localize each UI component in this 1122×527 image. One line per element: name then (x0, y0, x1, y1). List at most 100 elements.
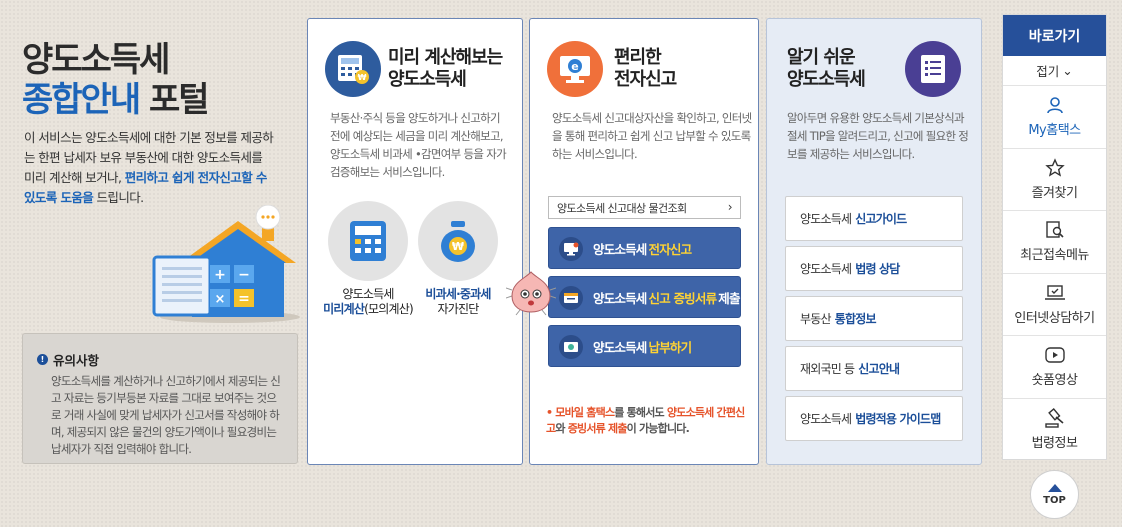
card-description: 부동산·주식 등을 양도하거나 신고하기 전에 예상되는 세금을 미리 계산해보… (330, 111, 507, 179)
card-title: 알기 쉬운 양도소득세 (787, 47, 866, 91)
arrow-up-icon (1047, 483, 1062, 492)
laptop-check-icon (1044, 285, 1065, 300)
intro-desc-end: 드립니다. (93, 190, 145, 205)
card-description: 양도소득세 신고대상자산을 확인하고, 인터넷을 통해 편리하고 쉽게 신고 납… (552, 111, 752, 161)
card-title-line2: 양도소득세 (787, 69, 866, 90)
card-title-line1: 미리 계산해보는 (388, 47, 503, 68)
quick-nav-my-hometax[interactable]: My홈택스 (1003, 86, 1106, 149)
payment-icon (559, 335, 583, 359)
calculator-icon (350, 221, 386, 261)
svg-text:=: = (238, 291, 250, 307)
law-application-guidemap-button[interactable]: 양도소득세 법령적용 가이드맵 (785, 396, 963, 441)
quick-nav-label: 즐겨찾기 (1031, 185, 1078, 201)
svg-text:×: × (215, 292, 226, 307)
top-label: TOP (1043, 494, 1066, 506)
document-search-icon (1045, 221, 1064, 238)
self-diagnosis-label: 비과세·중과세 자가진단 (412, 287, 504, 317)
card-calculate: ₩ 미리 계산해보는 양도소득세 부동산·주식 등을 양도하거나 신고하기 전에… (307, 18, 523, 465)
card-title: 미리 계산해보는 양도소득세 (388, 47, 503, 91)
quick-nav-title: 바로가기 (1003, 15, 1106, 56)
quick-nav-favorites[interactable]: 즐겨찾기 (1003, 149, 1106, 211)
card-title-line1: 알기 쉬운 (787, 47, 856, 68)
svg-text:₩: ₩ (452, 240, 464, 253)
quick-nav-label: 법령정보 (1031, 436, 1078, 452)
guide-label: 양도소득세 (800, 412, 852, 426)
info-icon: ! (37, 354, 48, 365)
mobile-note-text2: 와 (555, 422, 565, 435)
mobile-hometax-highlight: 모바일 홈택스 (555, 406, 615, 419)
pay-tax-button[interactable]: 양도소득세 납부하기 (548, 325, 741, 367)
bullet: • (546, 406, 553, 419)
intro-description: 이 서비스는 양도소득세에 대한 기본 정보를 제공하는 한편 납세자 보유 부… (24, 128, 274, 208)
notice-box: ! 유의사항 양도소득세를 계산하거나 신고하기에서 제공되는 신고 자료는 등… (22, 333, 298, 464)
fold-label: 접기 (1036, 64, 1060, 79)
quick-nav-recent-menu[interactable]: 최근접속메뉴 (1003, 211, 1106, 274)
mobile-note-end: 이 가능합니다. (626, 422, 690, 435)
document-icon (559, 286, 583, 310)
e-filing-button[interactable]: 양도소득세 전자신고 (548, 227, 741, 269)
guide-highlight: 신고안내 (858, 362, 900, 376)
card-description: 알아두면 유용한 양도소득세 기본상식과 절세 TIP을 알려드리고, 신고에 … (787, 111, 969, 161)
self-diagnosis-button[interactable]: ₩ (418, 201, 498, 281)
quick-nav-online-consult[interactable]: 인터넷상담하기 (1003, 274, 1106, 336)
svg-text:−: − (238, 267, 250, 283)
page-title-line2: 종합안내 포털 (22, 72, 210, 121)
pre-calculate-button[interactable] (328, 201, 408, 281)
e-filing-label: 양도소득세 (593, 241, 647, 257)
card-easy-guide: 알기 쉬운 양도소득세 알아두면 유용한 양도소득세 기본상식과 절세 TIP을… (766, 18, 982, 465)
quick-nav: 바로가기 접기 ⌄ My홈택스 즐겨찾기 최근접속메뉴 인터넷상담하기 숏폼영상… (1002, 14, 1107, 460)
overseas-koreans-guide-button[interactable]: 재외국민 등 신고안내 (785, 346, 963, 391)
notice-title: 유의사항 (53, 353, 100, 368)
guide-highlight: 법령 상담 (855, 262, 900, 276)
submit-documents-label: 양도소득세 (593, 290, 647, 306)
quick-nav-label: 최근접속메뉴 (1020, 248, 1089, 264)
notice-heading: ! 유의사항 (37, 350, 283, 369)
pay-tax-label: 양도소득세 (593, 339, 647, 355)
chevron-down-icon: ⌄ (1062, 63, 1073, 78)
guide-highlight: 신고가이드 (855, 212, 907, 226)
page-title-suffix: 포털 (139, 80, 210, 120)
mobile-hometax-note: • 모바일 홈택스를 통해서도 양도소득세 간편신고와 증빙서류 제출이 가능합… (546, 405, 751, 437)
law-consultation-button[interactable]: 양도소득세 법령 상담 (785, 246, 963, 291)
real-estate-info-button[interactable]: 부동산 통합정보 (785, 296, 963, 341)
pre-calculate-label-end: (모의계산) (364, 302, 414, 316)
mobile-documents-highlight: 증빙서류 제출 (567, 422, 628, 435)
submit-documents-end: 제출 (718, 290, 740, 306)
filing-guide-button[interactable]: 양도소득세 신고가이드 (785, 196, 963, 241)
svg-text:₩: ₩ (358, 73, 367, 82)
guide-label: 양도소득세 (800, 212, 852, 226)
mascot-character (506, 271, 556, 316)
guide-highlight: 법령적용 가이드맵 (855, 412, 941, 426)
card-e-filing: e 편리한 전자신고 양도소득세 신고대상자산을 확인하고, 인터넷을 통해 편… (529, 18, 759, 465)
house-illustration: + − × = (152, 205, 300, 323)
filing-target-lookup-link[interactable]: 양도소득세 신고대상 물건조회 › (548, 196, 741, 219)
quick-nav-law-info[interactable]: 법령정보 (1003, 399, 1106, 462)
pay-tax-highlight: 납부하기 (648, 339, 693, 355)
card-title-line1: 편리한 (614, 47, 662, 68)
e-filing-highlight: 전자신고 (648, 241, 693, 257)
scroll-top-button[interactable]: TOP (1030, 470, 1079, 519)
svg-text:e: e (571, 60, 578, 73)
card-title: 편리한 전자신고 (614, 47, 677, 91)
quick-nav-shortform-video[interactable]: 숏폼영상 (1003, 336, 1106, 399)
pre-calculate-label-top: 양도소득세 (342, 287, 394, 301)
quick-nav-fold-button[interactable]: 접기 ⌄ (1003, 56, 1106, 86)
pre-calculate-label-highlight: 미리계산 (323, 302, 365, 316)
card-title-line2: 전자신고 (614, 69, 677, 90)
quick-nav-label: 인터넷상담하기 (1014, 310, 1095, 326)
monitor-e-icon: e (547, 41, 603, 97)
monitor-icon (559, 237, 583, 261)
play-icon (1044, 347, 1065, 363)
money-bag-icon: ₩ (441, 221, 475, 262)
gavel-icon (1044, 408, 1064, 428)
svg-text:+: + (214, 267, 226, 283)
card-title-line2: 양도소득세 (388, 69, 467, 90)
submit-documents-button[interactable]: 양도소득세 신고 증빙서류 제출 (548, 276, 741, 318)
guide-highlight: 통합정보 (834, 312, 877, 326)
guide-label: 재외국민 등 (800, 362, 855, 376)
self-diagnosis-label-bottom: 자가진단 (437, 302, 480, 316)
quick-nav-label: 숏폼영상 (1031, 373, 1078, 389)
checklist-icon (905, 41, 961, 97)
quick-nav-label: My홈택스 (1028, 123, 1081, 139)
submit-documents-highlight: 신고 증빙서류 (648, 290, 718, 306)
